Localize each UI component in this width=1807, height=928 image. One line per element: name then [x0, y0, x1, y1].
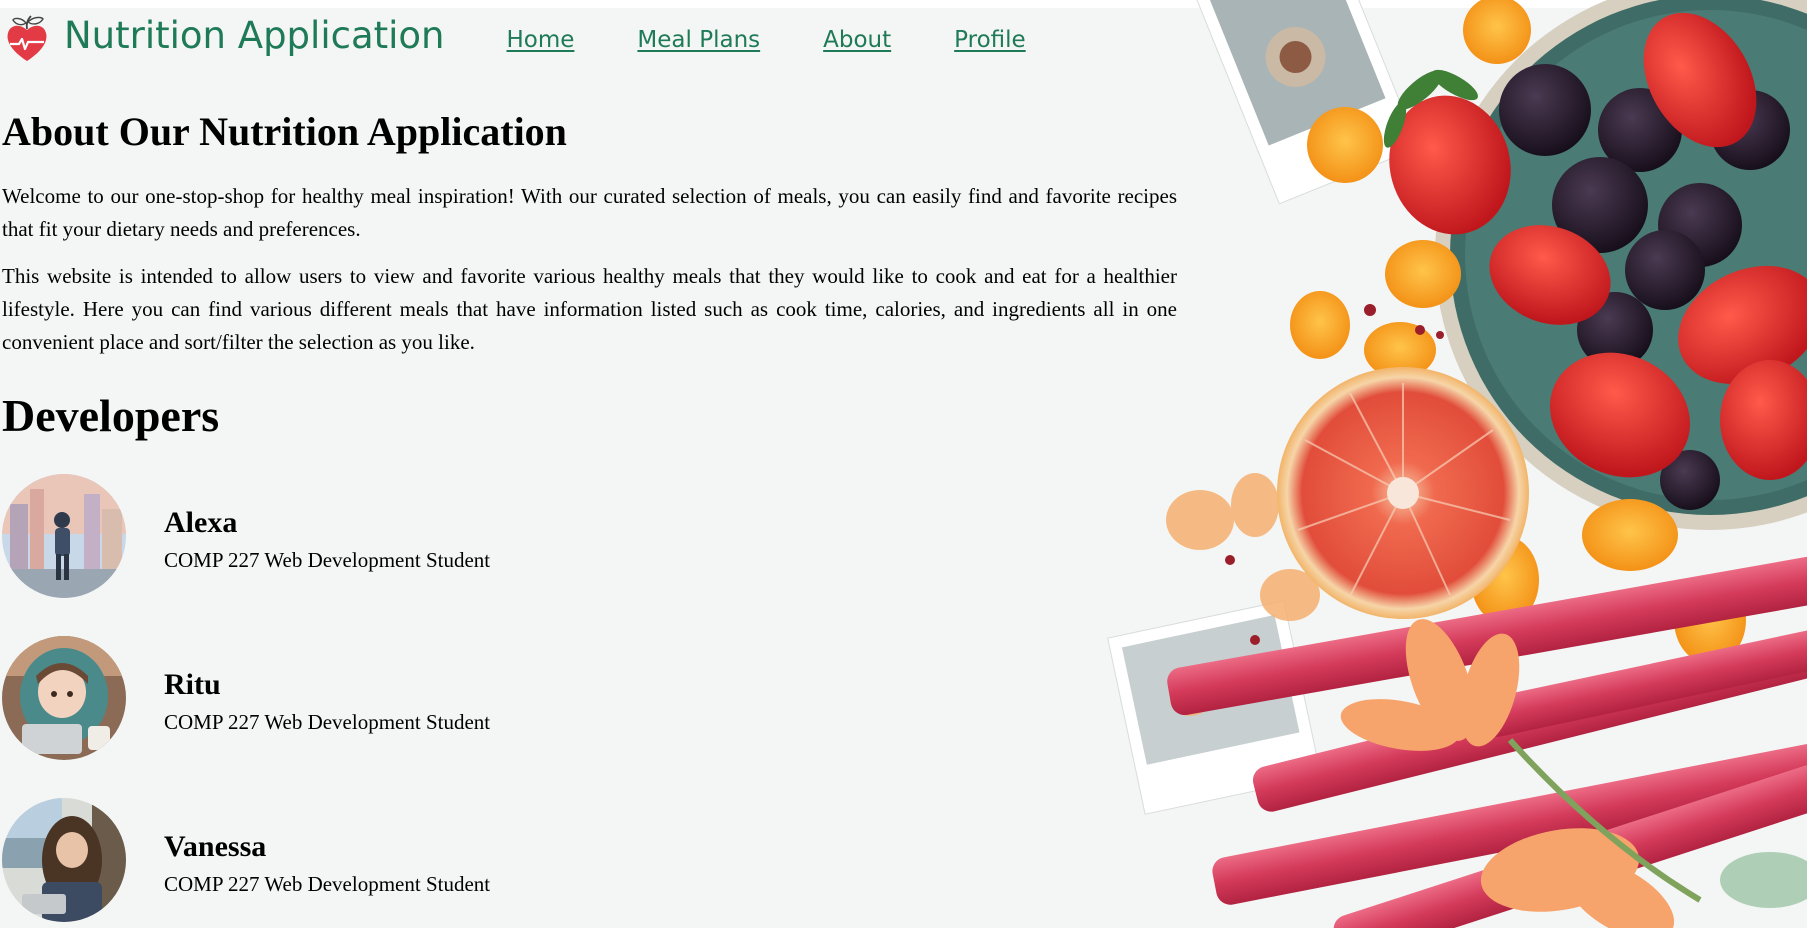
nav-link-home[interactable]: Home [507, 27, 575, 53]
developer-role: COMP 227 Web Development Student [164, 548, 491, 572]
brand-title[interactable]: Nutrition Application [64, 14, 445, 57]
developer-card: Ritu COMP 227 Web Development Student [2, 635, 1177, 761]
about-title: About Our Nutrition Application [2, 109, 567, 154]
developer-role: COMP 227 Web Development Student [164, 710, 491, 734]
developer-role: COMP 227 Web Development Student [164, 872, 491, 896]
developer-name: Ritu [164, 668, 221, 701]
developer-name: Alexa [164, 506, 238, 539]
main-nav: Home Meal Plans About Profile [507, 27, 1089, 53]
developer-info: Vanessa COMP 227 Web Development Student [164, 829, 490, 897]
about-section: About Our Nutrition Application Welcome … [2, 100, 1177, 928]
developers-list: Alexa COMP 227 Web Development Student R… [2, 473, 1177, 923]
nav-link-meal-plans[interactable]: Meal Plans [637, 27, 760, 53]
avatar [2, 474, 126, 598]
developers-title: Developers [2, 390, 220, 441]
about-paragraph-purpose: This website is intended to allow users … [2, 264, 1177, 354]
page: Nutrition Application Home Meal Plans Ab… [0, 0, 1807, 928]
nav-link-about[interactable]: About [823, 27, 891, 53]
avatar [2, 636, 126, 760]
developer-name: Vanessa [164, 830, 267, 863]
developer-info: Ritu COMP 227 Web Development Student [164, 667, 490, 735]
heart-apple-logo-icon[interactable] [4, 14, 50, 64]
nav-link-profile[interactable]: Profile [954, 27, 1026, 53]
avatar [2, 798, 126, 922]
developer-card: Vanessa COMP 227 Web Development Student [2, 797, 1177, 923]
developer-card: Alexa COMP 227 Web Development Student [2, 473, 1177, 599]
site-header: Nutrition Application Home Meal Plans Ab… [0, 8, 1089, 70]
about-paragraph-intro: Welcome to our one-stop-shop for healthy… [2, 184, 1177, 241]
developer-info: Alexa COMP 227 Web Development Student [164, 505, 490, 573]
